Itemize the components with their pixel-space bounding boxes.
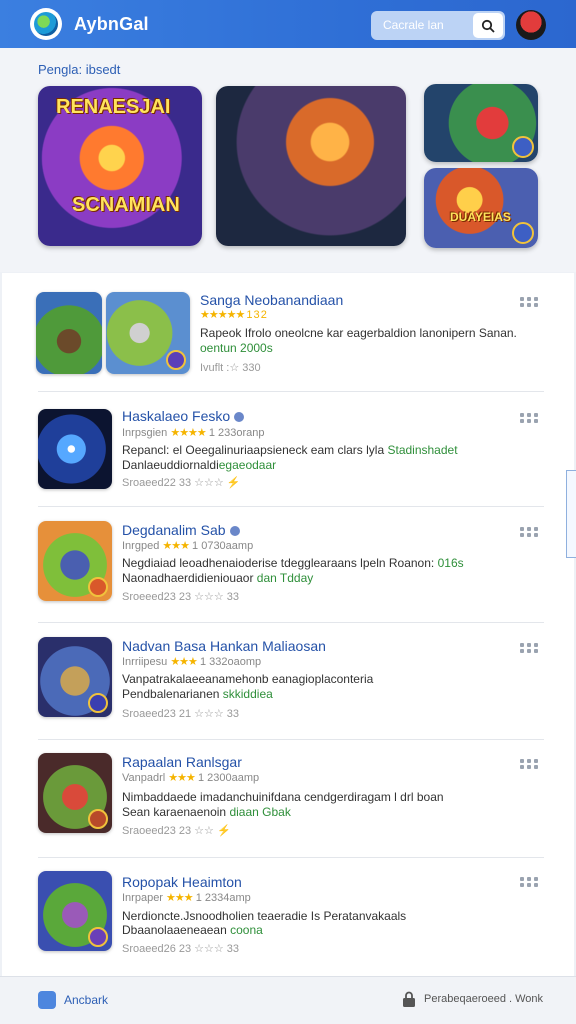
featured-title: Pengla: ibsedt (38, 62, 121, 77)
game-title[interactable]: Sanga Neobanandiaan (200, 292, 343, 308)
featured-tile-2[interactable] (216, 86, 406, 246)
rating: Inrpsgien ★★★★ 1 233oranp (122, 427, 265, 439)
verified-icon (229, 526, 240, 537)
search-input[interactable]: Cacrale lan (383, 18, 444, 32)
divider (38, 622, 544, 623)
game-description: Repancl: el Oeegalinuriaapsieneck eam cl… (122, 443, 458, 457)
tile-subtitle: SCNAMIAN (72, 194, 180, 216)
game-badge-icon (88, 577, 108, 597)
avatar-icon[interactable] (516, 10, 546, 40)
rating: Vanpadrl ★★★ 1 2300aamp (122, 772, 260, 784)
game-description: Negdiaiad leoadhenaioderise tdegglearaan… (122, 556, 464, 570)
game-badge-icon (88, 693, 108, 713)
more-options-icon[interactable] (520, 759, 538, 769)
game-thumbnail[interactable] (38, 637, 112, 717)
game-thumbnail[interactable] (38, 753, 112, 833)
game-title[interactable]: Nadvan Basa Hankan Maliaosan (122, 638, 326, 654)
more-options-icon[interactable] (520, 643, 538, 653)
more-options-icon[interactable] (520, 413, 538, 423)
game-description-highlight: oentun 2000s (200, 341, 273, 355)
featured-tile-4[interactable]: DUAYEIAS (424, 168, 538, 248)
game-thumbnail[interactable] (106, 292, 190, 374)
search-button[interactable] (473, 13, 503, 38)
game-thumbnail[interactable] (38, 871, 112, 951)
globe-logo-icon[interactable] (30, 8, 62, 40)
game-list: Sanga Neobanandiaan ★★★★★ 1 3 2 Rapeok I… (2, 273, 574, 1015)
game-badge-icon (512, 222, 534, 244)
game-footer: Sroeeed23 23 ☆☆☆ 33 (122, 591, 240, 603)
search-bar[interactable]: Cacrale lan (371, 11, 505, 40)
tile-title: RENAESJAI (56, 96, 171, 118)
verified-icon (234, 412, 245, 423)
game-description: Sean karaenaenoin diaan Gbak (122, 805, 291, 819)
game-badge-icon (88, 927, 108, 947)
lock-icon[interactable] (402, 991, 416, 1007)
game-footer: Sroaeed26 23 ☆☆☆ 33 (122, 943, 240, 955)
game-description: Rapeok Ifrolo oneolcne kar eagerbaldion … (200, 326, 517, 340)
bottom-left-link[interactable]: Ancbark (64, 993, 108, 1007)
game-description: Dbaanolaaeneaean coona (122, 923, 263, 937)
divider (38, 391, 544, 392)
home-icon[interactable] (38, 991, 56, 1009)
game-thumbnail[interactable] (38, 409, 112, 489)
game-description: Naonadhaerdidieniouaor dan Tdday (122, 571, 314, 585)
game-description: Nimbaddaede imadanchuinifdana cendgerdir… (122, 790, 444, 804)
more-options-icon[interactable] (520, 527, 538, 537)
bottom-right-link[interactable]: Perabeqaeroeed . Wonk (424, 993, 543, 1005)
game-thumbnail[interactable] (36, 292, 102, 374)
game-description: Danlaeuddiornaldiegaeodaar (122, 458, 277, 472)
tile-title: DUAYEIAS (450, 210, 511, 224)
search-icon (481, 19, 495, 33)
game-thumbnail[interactable] (38, 521, 112, 601)
game-badge-icon (166, 350, 186, 370)
featured-tile-1[interactable]: RENAESJAI SCNAMIAN (38, 86, 202, 246)
game-footer: Sraoeed23 23 ☆☆ ⚡ (122, 825, 231, 837)
rating: Inrriipesu ★★★ 1 332oaomp (122, 656, 262, 668)
rating: ★★★★★ 1 3 2 (200, 309, 267, 321)
more-options-icon[interactable] (520, 297, 538, 307)
game-footer: Sroaeed22 33 ☆☆☆ ⚡ (122, 477, 241, 489)
game-badge-icon (512, 136, 534, 158)
game-description: Pendbalenarianen skkiddiea (122, 687, 273, 701)
game-title[interactable]: Rapaalan Ranlsgar (122, 754, 242, 770)
game-title[interactable]: Degdanalim Sab (122, 522, 240, 538)
top-app-bar: AybnGal Cacrale lan (0, 0, 576, 48)
divider (38, 739, 544, 740)
game-title[interactable]: Ropopak Heaimton (122, 874, 242, 890)
app-title: AybnGal (74, 14, 149, 34)
game-badge-icon (88, 809, 108, 829)
featured-tile-3[interactable] (424, 84, 538, 162)
rating: Inrgped ★★★ 1 0730aamp (122, 540, 254, 552)
rating: Inrpaper ★★★ 1 2334amp (122, 892, 251, 904)
game-description: Vanpatrakalaeeanamehonb eanagioplaconter… (122, 672, 374, 686)
game-footer: Ivuflt :☆ 330 (200, 362, 261, 374)
divider (38, 857, 544, 858)
more-options-icon[interactable] (520, 877, 538, 887)
bottom-bar: Ancbark Perabeqaeroeed . Wonk (0, 976, 576, 1024)
game-footer: Sroaeed23 21 ☆☆☆ 33 (122, 708, 240, 720)
divider (38, 506, 544, 507)
game-title[interactable]: Haskalaeo Fesko (122, 408, 245, 424)
side-scroll-tab[interactable] (566, 470, 576, 558)
